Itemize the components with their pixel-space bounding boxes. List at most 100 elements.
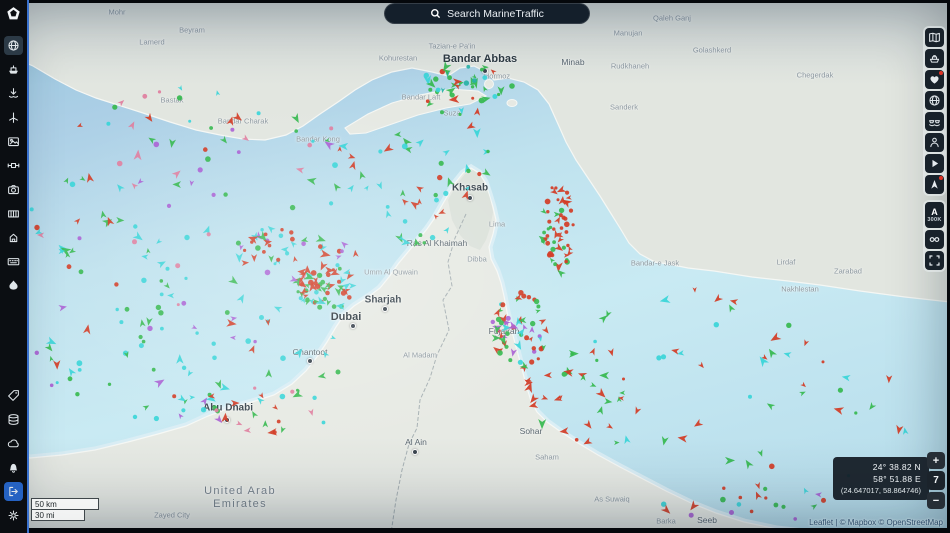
- vessel-marker[interactable]: [163, 282, 172, 290]
- vessel-marker[interactable]: [697, 361, 706, 370]
- vessel-marker[interactable]: [538, 317, 548, 325]
- vessel-marker[interactable]: [458, 112, 462, 116]
- vessel-marker[interactable]: [555, 268, 566, 278]
- vessel-marker[interactable]: [142, 403, 150, 411]
- vessel-marker[interactable]: [205, 156, 211, 162]
- vessel-marker[interactable]: [203, 147, 208, 152]
- vessel-marker[interactable]: [236, 292, 247, 304]
- vessel-marker[interactable]: [251, 254, 258, 262]
- vessel-marker[interactable]: [480, 67, 484, 72]
- vessel-marker[interactable]: [83, 324, 92, 335]
- vessel-marker[interactable]: [766, 347, 778, 359]
- vessel-marker[interactable]: [595, 358, 599, 362]
- vessel-marker[interactable]: [177, 85, 184, 92]
- vessel-marker[interactable]: [332, 162, 338, 169]
- vessel-marker[interactable]: [443, 190, 449, 196]
- vessel-marker[interactable]: [241, 134, 251, 143]
- vessel-marker[interactable]: [321, 420, 326, 425]
- vessel-marker[interactable]: [177, 394, 187, 404]
- vessel-marker[interactable]: [214, 408, 219, 413]
- vessel-marker[interactable]: [53, 360, 61, 370]
- vessel-marker[interactable]: [565, 195, 572, 200]
- vessel-marker[interactable]: [482, 75, 488, 80]
- vessel-marker[interactable]: [568, 208, 574, 213]
- vessel-marker[interactable]: [320, 279, 326, 285]
- vessel-marker[interactable]: [564, 230, 569, 234]
- vessel-marker[interactable]: [477, 171, 482, 177]
- vessel-marker[interactable]: [119, 320, 124, 325]
- vessel-marker[interactable]: [318, 244, 323, 249]
- vessel-marker[interactable]: [268, 255, 274, 263]
- vessel-marker[interactable]: [550, 253, 555, 258]
- vessel-marker[interactable]: [337, 279, 341, 284]
- vessel-marker[interactable]: [235, 240, 241, 246]
- vessel-marker[interactable]: [429, 234, 436, 241]
- vessel-marker[interactable]: [265, 369, 272, 378]
- vessel-marker[interactable]: [348, 160, 358, 171]
- vessel-marker[interactable]: [833, 405, 845, 415]
- vessel-marker[interactable]: [534, 308, 541, 314]
- vessel-marker[interactable]: [435, 87, 441, 93]
- vessel-marker[interactable]: [258, 392, 265, 399]
- vessel-marker[interactable]: [363, 184, 371, 192]
- vessel-marker[interactable]: [280, 246, 289, 253]
- fullscreen-button[interactable]: [925, 251, 944, 270]
- vessel-marker[interactable]: [531, 346, 536, 351]
- vessel-marker[interactable]: [211, 192, 216, 197]
- vessel-marker[interactable]: [633, 406, 642, 415]
- vessel-marker[interactable]: [440, 110, 444, 115]
- sidebar-item-containers[interactable]: [4, 204, 23, 223]
- vessel-marker[interactable]: [659, 295, 671, 305]
- vessel-marker[interactable]: [294, 129, 299, 133]
- vessel-marker[interactable]: [423, 72, 429, 79]
- vessel-marker[interactable]: [226, 116, 236, 126]
- vessel-marker[interactable]: [606, 423, 614, 431]
- vessel-marker[interactable]: [493, 308, 503, 318]
- vessel-marker[interactable]: [78, 269, 84, 275]
- search-input[interactable]: Search MarineTraffic: [384, 3, 590, 24]
- vessel-marker[interactable]: [306, 176, 317, 186]
- vessel-marker[interactable]: [200, 407, 207, 413]
- vessel-marker[interactable]: [212, 355, 217, 361]
- map-canvas[interactable]: Bandar Abbas Hormoz Minab Tazian-e Pa'in Koh…: [0, 0, 950, 533]
- vessel-marker[interactable]: [184, 234, 190, 241]
- vessel-marker[interactable]: [253, 386, 257, 390]
- vessel-marker[interactable]: [357, 170, 366, 180]
- vessel-marker[interactable]: [141, 339, 146, 344]
- vessel-marker[interactable]: [295, 166, 305, 174]
- vessel-marker[interactable]: [677, 350, 685, 357]
- vessel-marker[interactable]: [529, 359, 535, 365]
- vessel-marker[interactable]: [713, 322, 719, 328]
- vessel-marker[interactable]: [116, 216, 125, 224]
- vessel-marker[interactable]: [224, 310, 230, 315]
- vessel-marker[interactable]: [724, 456, 736, 465]
- vessel-marker[interactable]: [79, 175, 86, 183]
- vessel-marker[interactable]: [276, 419, 281, 424]
- vessel-marker[interactable]: [481, 168, 493, 178]
- vessel-marker[interactable]: [181, 300, 187, 306]
- vessel-marker[interactable]: [564, 259, 568, 264]
- vessel-marker[interactable]: [800, 381, 807, 389]
- vessel-marker[interactable]: [215, 90, 221, 97]
- vessel-marker[interactable]: [133, 224, 138, 229]
- vessel-marker[interactable]: [298, 296, 303, 301]
- vessel-marker[interactable]: [191, 324, 198, 331]
- vessel-marker[interactable]: [250, 410, 259, 419]
- vessel-marker[interactable]: [331, 181, 342, 192]
- vessel-marker[interactable]: [314, 290, 319, 295]
- vessel-marker[interactable]: [749, 509, 754, 514]
- vessel-marker[interactable]: [290, 389, 295, 394]
- vessel-marker[interactable]: [262, 250, 266, 254]
- vessel-marker[interactable]: [505, 315, 511, 321]
- sidebar-item-calculator[interactable]: [4, 252, 23, 271]
- vessel-marker[interactable]: [200, 396, 209, 406]
- vessel-marker[interactable]: [550, 186, 554, 190]
- vessel-marker[interactable]: [561, 245, 567, 250]
- vessel-marker[interactable]: [45, 336, 58, 348]
- vessel-marker[interactable]: [168, 138, 177, 149]
- vessel-marker[interactable]: [841, 373, 851, 382]
- sidebar-item-wind-stations[interactable]: [4, 108, 23, 127]
- vessel-marker[interactable]: [415, 184, 425, 193]
- vessel-marker[interactable]: [317, 304, 323, 310]
- vessel-marker[interactable]: [189, 180, 195, 187]
